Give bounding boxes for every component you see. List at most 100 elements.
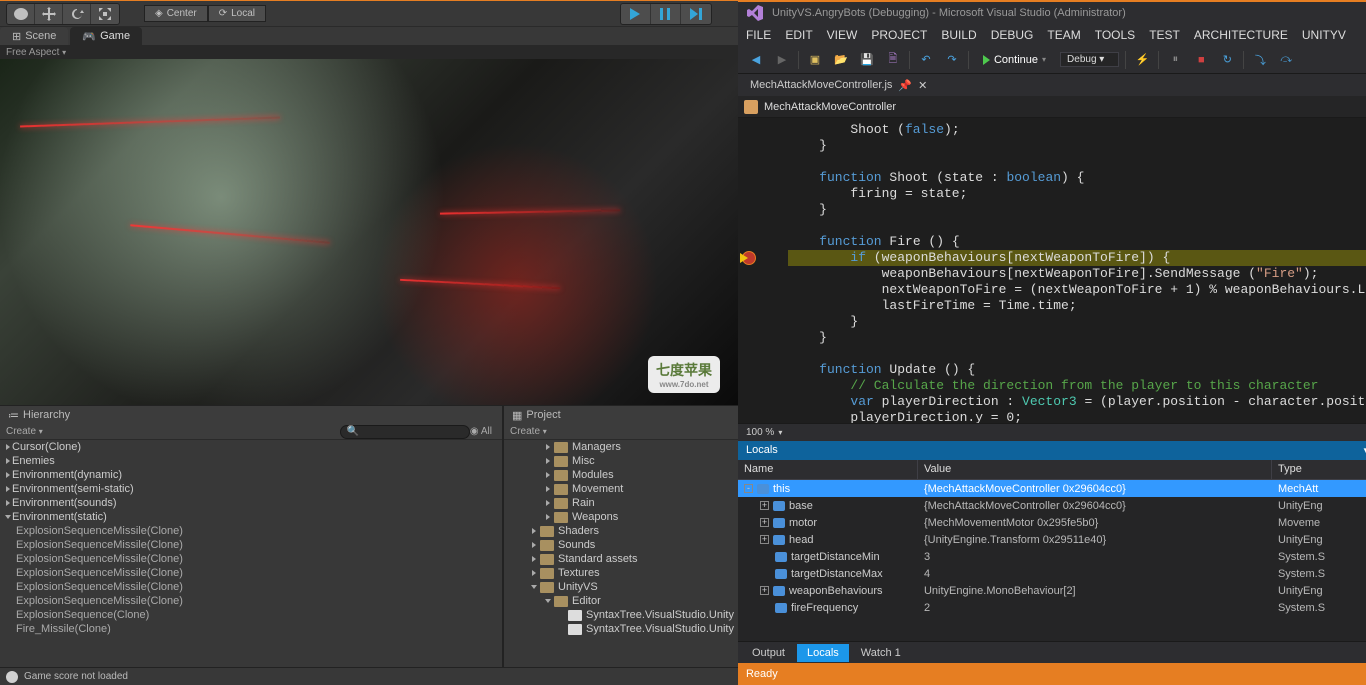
- project-item[interactable]: Modules: [522, 468, 738, 482]
- save-all-icon[interactable]: 🗎: [883, 50, 903, 70]
- zoom-control[interactable]: 100 %▾: [738, 423, 1366, 441]
- menu-project[interactable]: PROJECT: [871, 28, 927, 42]
- hierarchy-filter-all[interactable]: ◉ All: [470, 426, 492, 437]
- visual-studio: UnityVS.AngryBots (Debugging) - Microsof…: [738, 0, 1366, 685]
- project-item[interactable]: Sounds: [522, 538, 738, 552]
- config-dropdown[interactable]: Debug ▾: [1060, 52, 1119, 67]
- code-editor[interactable]: Shoot (false); } function Shoot (state :…: [738, 118, 1366, 423]
- project-item[interactable]: SyntaxTree.VisualStudio.Unity: [522, 622, 738, 636]
- project-item[interactable]: Editor: [522, 594, 738, 608]
- pivot-local-button[interactable]: ⟳Local: [208, 5, 266, 22]
- project-item[interactable]: Movement: [522, 482, 738, 496]
- document-tab[interactable]: MechAttackMoveController.js 📌 ✕: [742, 76, 935, 95]
- menu-test[interactable]: TEST: [1149, 28, 1180, 42]
- open-icon[interactable]: 📂: [831, 50, 851, 70]
- hierarchy-item[interactable]: Cursor(Clone): [0, 440, 502, 454]
- nav-back-icon[interactable]: ◀: [746, 50, 766, 70]
- hierarchy-item[interactable]: Enemies: [0, 454, 502, 468]
- locals-row[interactable]: +head{UnityEngine.Transform 0x29511e40}U…: [738, 531, 1366, 548]
- menu-build[interactable]: BUILD: [941, 28, 976, 42]
- game-view[interactable]: 七度苹果 www.7do.net: [0, 59, 738, 405]
- project-item[interactable]: Misc: [522, 454, 738, 468]
- locals-header-type[interactable]: Type: [1272, 460, 1366, 479]
- stop-icon[interactable]: ■: [1191, 50, 1211, 70]
- project-item[interactable]: Managers: [522, 440, 738, 454]
- rotate-tool[interactable]: [63, 4, 91, 24]
- vs-nav-bar[interactable]: MechAttackMoveController: [738, 96, 1366, 118]
- menu-debug[interactable]: DEBUG: [991, 28, 1034, 42]
- pin-icon[interactable]: 📌: [898, 79, 912, 92]
- menu-edit[interactable]: EDIT: [785, 28, 812, 42]
- play-button[interactable]: [621, 4, 651, 24]
- pivot-center-button[interactable]: ◈Center: [144, 5, 208, 22]
- new-item-icon[interactable]: ▣: [805, 50, 825, 70]
- restart-icon[interactable]: ↻: [1217, 50, 1237, 70]
- locals-row[interactable]: targetDistanceMin3System.S: [738, 548, 1366, 565]
- vs-toolbar: ◀ ▶ ▣ 📂 💾 🗎 ↶ ↷ Continue ▾ Debug ▾ ⚡ ⏸ ■…: [738, 46, 1366, 74]
- aspect-dropdown[interactable]: Free Aspect ▾: [6, 47, 66, 58]
- locals-row[interactable]: fireFrequency2System.S: [738, 599, 1366, 616]
- vs-titlebar: UnityVS.AngryBots (Debugging) - Microsof…: [738, 2, 1366, 24]
- save-icon[interactable]: 💾: [857, 50, 877, 70]
- vs-bottom-tabs: OutputLocalsWatch 1: [738, 641, 1366, 663]
- locals-header-name[interactable]: Name: [738, 460, 918, 479]
- locals-row[interactable]: targetDistanceMax4System.S: [738, 565, 1366, 582]
- locals-row[interactable]: +motor{MechMovementMotor 0x295fe5b0}Move…: [738, 514, 1366, 531]
- tab-scene[interactable]: ⊞Scene: [0, 27, 68, 45]
- hierarchy-item[interactable]: Environment(static): [0, 510, 502, 524]
- hierarchy-search[interactable]: 🔍: [340, 425, 470, 439]
- hierarchy-create[interactable]: Create ▾: [6, 426, 43, 437]
- continue-button[interactable]: Continue ▾: [975, 52, 1054, 68]
- close-icon[interactable]: ✕: [918, 79, 927, 92]
- hierarchy-item[interactable]: Fire_Missile(Clone): [0, 622, 502, 636]
- redo-icon[interactable]: ↷: [942, 50, 962, 70]
- project-item[interactable]: UnityVS: [522, 580, 738, 594]
- hierarchy-item[interactable]: ExplosionSequence(Clone): [0, 608, 502, 622]
- step-over-icon[interactable]: ⤼: [1276, 50, 1296, 70]
- project-item[interactable]: Rain: [522, 496, 738, 510]
- undo-icon[interactable]: ↶: [916, 50, 936, 70]
- menu-view[interactable]: VIEW: [827, 28, 858, 42]
- menu-team[interactable]: TEAM: [1047, 28, 1080, 42]
- step-into-icon[interactable]: ⤵: [1250, 50, 1270, 70]
- hierarchy-item[interactable]: Environment(sounds): [0, 496, 502, 510]
- hierarchy-item[interactable]: ExplosionSequenceMissile(Clone): [0, 594, 502, 608]
- menu-architecture[interactable]: ARCHITECTURE: [1194, 28, 1288, 42]
- bottom-tab-output[interactable]: Output: [742, 644, 795, 662]
- project-item[interactable]: SyntaxTree.VisualStudio.Unity: [522, 608, 738, 622]
- nav-fwd-icon[interactable]: ▶: [772, 50, 792, 70]
- menu-file[interactable]: FILE: [746, 28, 771, 42]
- bottom-tab-watch1[interactable]: Watch 1: [851, 644, 911, 662]
- project-create[interactable]: Create ▾: [510, 426, 547, 437]
- step-button[interactable]: [681, 4, 711, 24]
- move-tool[interactable]: [35, 4, 63, 24]
- break-all-icon[interactable]: ⏸: [1165, 50, 1185, 70]
- tab-hierarchy[interactable]: ≔Hierarchy: [0, 406, 502, 424]
- project-item[interactable]: Standard assets: [522, 552, 738, 566]
- menu-tools[interactable]: TOOLS: [1095, 28, 1135, 42]
- bottom-tab-locals[interactable]: Locals: [797, 644, 849, 662]
- tab-game[interactable]: 🎮Game: [70, 27, 142, 45]
- watermark: 七度苹果 www.7do.net: [648, 356, 720, 393]
- hierarchy-item[interactable]: ExplosionSequenceMissile(Clone): [0, 552, 502, 566]
- hierarchy-item[interactable]: ExplosionSequenceMissile(Clone): [0, 580, 502, 594]
- attach-icon[interactable]: ⚡: [1132, 50, 1152, 70]
- scale-tool[interactable]: [91, 4, 119, 24]
- locals-header-value[interactable]: Value: [918, 460, 1272, 479]
- project-item[interactable]: Shaders: [522, 524, 738, 538]
- tab-project[interactable]: ▦Project: [504, 406, 738, 424]
- vs-document-tabs: MechAttackMoveController.js 📌 ✕: [738, 74, 1366, 96]
- project-item[interactable]: Textures: [522, 566, 738, 580]
- hierarchy-item[interactable]: ExplosionSequenceMissile(Clone): [0, 566, 502, 580]
- menu-unityv[interactable]: UNITYV: [1302, 28, 1346, 42]
- pause-button[interactable]: [651, 4, 681, 24]
- hierarchy-item[interactable]: ExplosionSequenceMissile(Clone): [0, 538, 502, 552]
- locals-row[interactable]: +weaponBehavioursUnityEngine.MonoBehavio…: [738, 582, 1366, 599]
- locals-row[interactable]: +base{MechAttackMoveController 0x29604cc…: [738, 497, 1366, 514]
- project-item[interactable]: Weapons: [522, 510, 738, 524]
- hierarchy-item[interactable]: ExplosionSequenceMissile(Clone): [0, 524, 502, 538]
- locals-row[interactable]: -this{MechAttackMoveController 0x29604cc…: [738, 480, 1366, 497]
- hierarchy-item[interactable]: Environment(semi-static): [0, 482, 502, 496]
- hierarchy-item[interactable]: Environment(dynamic): [0, 468, 502, 482]
- hand-tool[interactable]: [7, 4, 35, 24]
